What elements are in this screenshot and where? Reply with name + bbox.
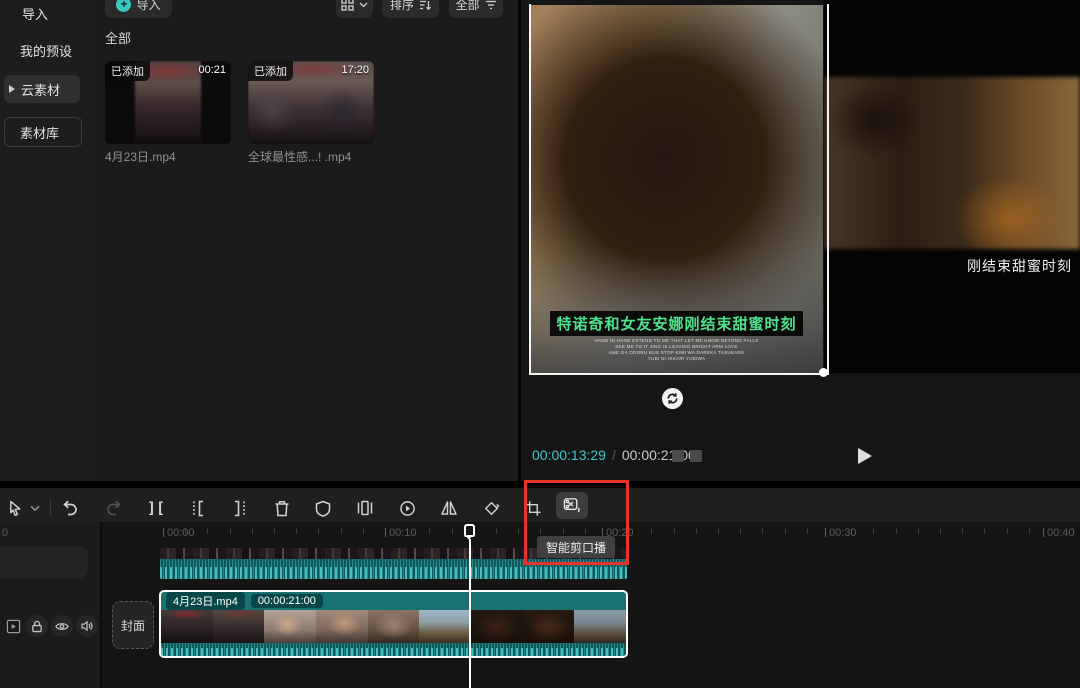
ruler-origin-label: 0 xyxy=(2,527,8,539)
section-label-all: 全部 xyxy=(105,28,131,47)
select-tool-button[interactable] xyxy=(5,498,25,518)
ruler-label: 00:10 xyxy=(385,527,417,539)
clip-duration: 17:20 xyxy=(341,64,369,76)
media-clip-card[interactable]: 已添加 17:20 xyxy=(248,61,374,144)
trash-icon xyxy=(274,500,290,517)
rotate-button[interactable] xyxy=(481,498,501,518)
preview-secondary-video[interactable]: 刚结束甜蜜时刻 xyxy=(824,0,1080,373)
sidebar-item-label: 云素材 xyxy=(21,80,60,99)
video-blur-band xyxy=(824,77,1080,249)
plus-icon: + xyxy=(116,0,131,12)
display-mode-icons xyxy=(672,450,702,462)
cursor-icon xyxy=(7,500,24,517)
sidebar-item-material-library[interactable]: 素材库 xyxy=(4,117,82,147)
view-mode-button[interactable] xyxy=(336,0,373,18)
clip-duration: 00:21 xyxy=(198,64,226,76)
time-separator: / xyxy=(612,447,616,463)
clip-name-pill: 4月23日.mp4 xyxy=(166,592,245,610)
media-panel: + 导入 排序 全部 全部 已添加 00:21 4月23日.mp4 已添加 17… xyxy=(95,0,518,481)
clip-header: 4月23日.mp4 00:00:21:00 xyxy=(161,592,626,610)
timeline-clip-selected[interactable]: 4月23日.mp4 00:00:21:00 xyxy=(159,590,628,658)
tool-dropdown-button[interactable] xyxy=(29,498,41,518)
delete-button[interactable] xyxy=(272,498,292,518)
clip-filename: 全球最性感...! .mp4 xyxy=(248,148,378,165)
current-time: 00:00:13:29 xyxy=(532,447,606,463)
chevron-down-icon xyxy=(359,2,368,8)
track-type-button[interactable] xyxy=(2,615,24,637)
added-badge: 已添加 xyxy=(105,61,150,81)
lock-icon xyxy=(31,620,43,633)
rotate-handle[interactable] xyxy=(662,388,683,409)
redo-button[interactable] xyxy=(103,498,123,518)
sort-label: 排序 xyxy=(390,0,414,13)
ruler-label: 00:40 xyxy=(1043,527,1075,539)
chevron-down-icon xyxy=(30,505,40,512)
playhead-line[interactable] xyxy=(469,539,471,688)
clip-waveform xyxy=(161,643,626,656)
mask-button[interactable] xyxy=(313,498,333,518)
highlight-annotation-box xyxy=(524,480,629,565)
resize-handle[interactable] xyxy=(819,368,828,377)
undo-button[interactable] xyxy=(61,498,81,518)
ruler-label: 00:30 xyxy=(825,527,857,539)
mirror-flip-icon xyxy=(440,500,458,516)
eye-icon xyxy=(55,621,69,632)
rotate-clip-icon xyxy=(483,500,500,517)
sort-button[interactable]: 排序 xyxy=(382,0,439,18)
sort-icon xyxy=(419,0,431,11)
clip-filmstrip xyxy=(161,610,626,643)
cover-button[interactable]: 封面 xyxy=(112,601,154,649)
speed-button[interactable] xyxy=(397,498,417,518)
mask-shield-icon xyxy=(315,500,331,517)
secondary-video-caption: 刚结束甜蜜时刻 xyxy=(967,256,1072,276)
redo-icon xyxy=(104,500,122,516)
media-clip-card[interactable]: 已添加 00:21 xyxy=(105,61,231,144)
import-media-button[interactable]: + 导入 xyxy=(105,0,172,18)
selection-border xyxy=(529,4,829,375)
filter-label: 全部 xyxy=(455,0,479,13)
rotate-icon xyxy=(666,392,679,405)
mirror-button[interactable] xyxy=(439,498,459,518)
import-label: 导入 xyxy=(136,0,160,13)
video-editor-window: 导入 我的预设 云素材 素材库 + 导入 排序 全部 全部 xyxy=(0,0,1080,688)
split-delete-right-icon xyxy=(232,500,248,517)
mute-track-button[interactable] xyxy=(76,615,98,637)
filter-all-button[interactable]: 全部 xyxy=(449,0,503,18)
freeze-frame-icon xyxy=(356,500,374,516)
undo-icon xyxy=(62,500,80,516)
timeline-header-divider xyxy=(100,522,102,688)
toolbar-divider xyxy=(50,498,51,516)
speed-icon xyxy=(399,500,416,517)
speaker-icon xyxy=(81,620,94,632)
lock-track-button[interactable] xyxy=(26,615,48,637)
split-button[interactable]: ][ xyxy=(146,498,166,518)
play-button[interactable] xyxy=(858,448,872,464)
preview-panel: 特诺奇和女友安娜刚结束甜蜜时刻 HAND IN HAND EXTEND TO M… xyxy=(521,0,1080,481)
list-view-icon[interactable] xyxy=(672,450,684,462)
split-delete-left-icon xyxy=(190,500,206,517)
added-badge: 已添加 xyxy=(248,61,293,81)
grid-view-icon xyxy=(341,0,354,11)
toggle-visibility-button[interactable] xyxy=(51,615,73,637)
ruler-label: 00:00 xyxy=(163,527,195,539)
split-delete-left-button[interactable] xyxy=(188,498,208,518)
sidebar: 导入 我的预设 云素材 素材库 xyxy=(0,0,95,481)
sidebar-item-cloud-material[interactable]: 云素材 xyxy=(4,75,80,103)
upper-track-header xyxy=(0,546,88,578)
sidebar-item-label: 素材库 xyxy=(20,123,59,142)
clip-filename: 4月23日.mp4 xyxy=(105,148,235,165)
freeze-frame-button[interactable] xyxy=(355,498,375,518)
clip-duration-pill: 00:00:21:00 xyxy=(251,594,323,608)
filter-icon xyxy=(485,0,497,11)
expand-arrow-icon xyxy=(9,85,15,93)
split-delete-right-button[interactable] xyxy=(230,498,250,518)
list-view-icon[interactable] xyxy=(690,450,702,462)
video-track-icon xyxy=(6,619,21,634)
cover-label: 封面 xyxy=(121,617,145,634)
